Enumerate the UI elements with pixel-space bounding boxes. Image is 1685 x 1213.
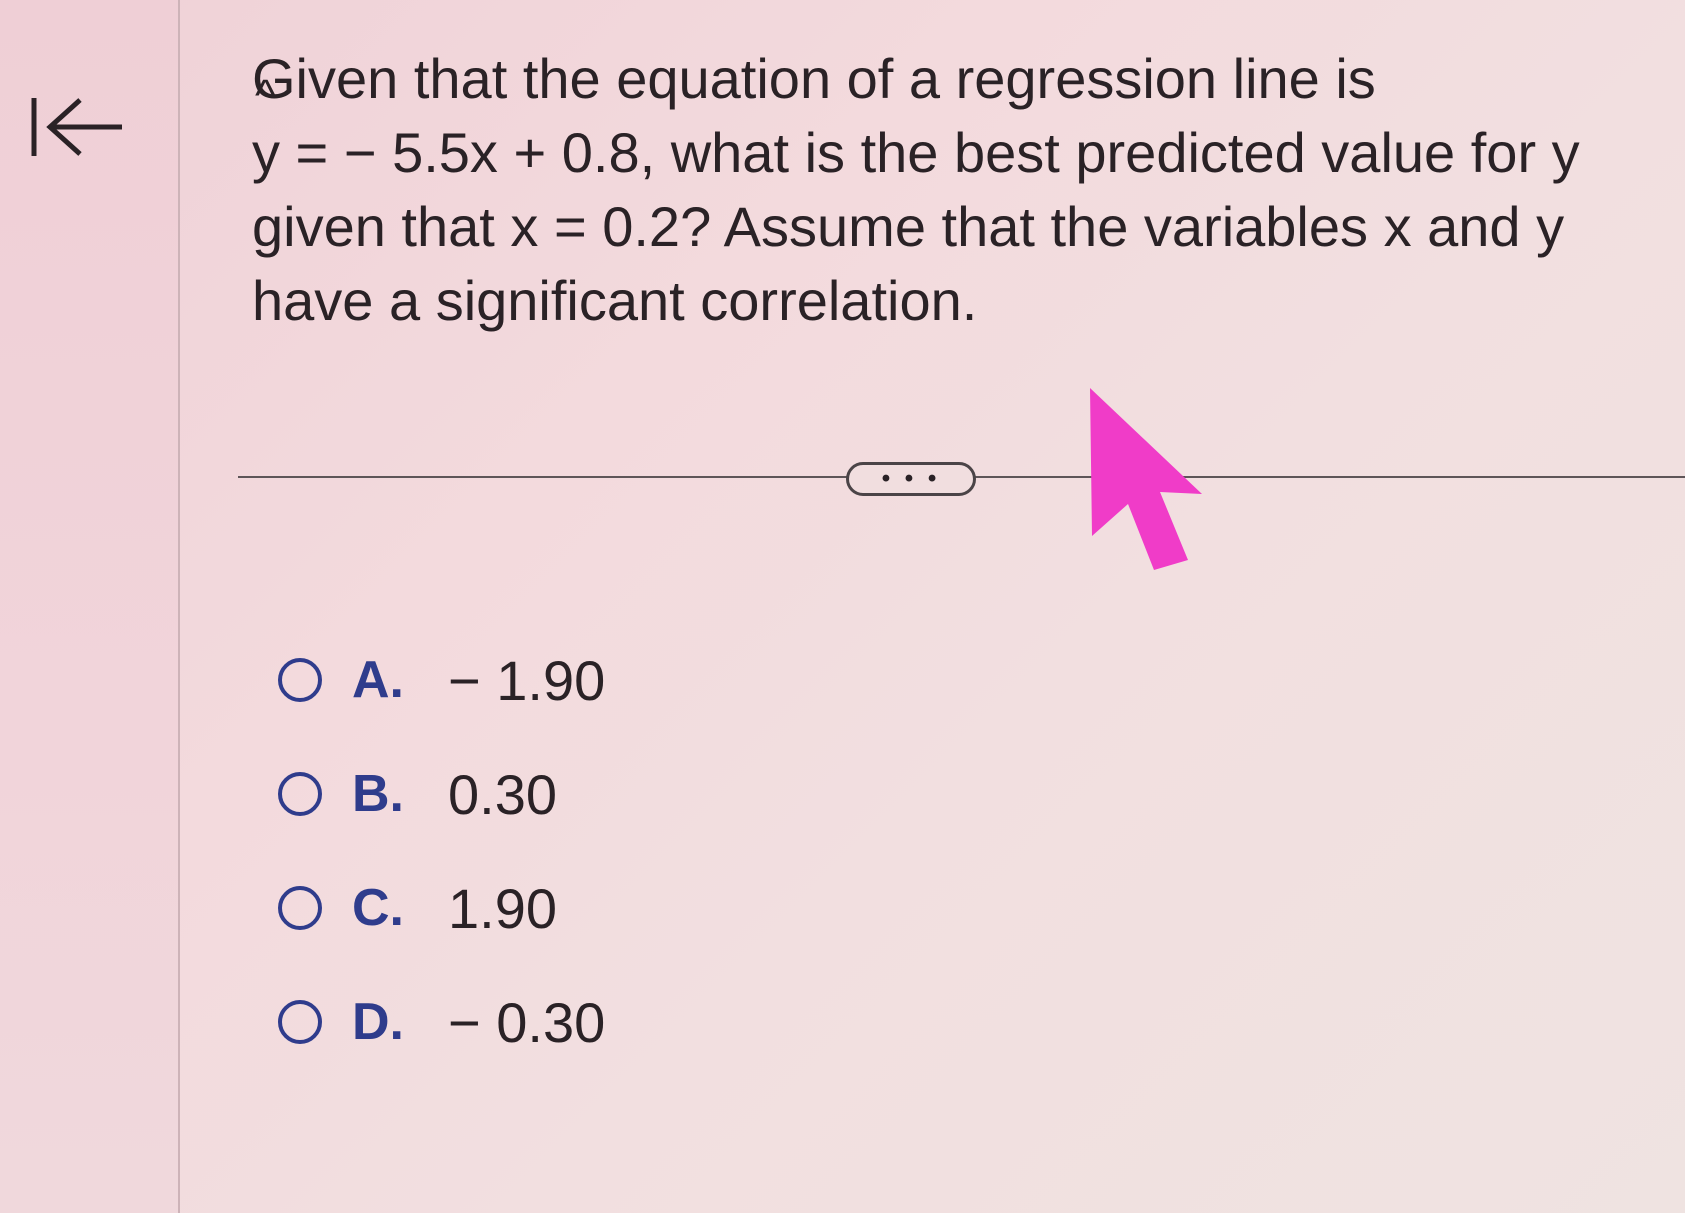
question-line-1: Given that the equation of a regression … <box>252 47 1376 110</box>
radio-button-c[interactable] <box>278 886 322 930</box>
question-text: Given that the equation of a regression … <box>252 42 1612 338</box>
question-line-4: have a significant correlation. <box>252 269 978 332</box>
option-c-value: 1.90 <box>448 876 557 940</box>
sidebar <box>0 0 180 1213</box>
question-line-2-rest: = − 5.5x + 0.8, what is the best predict… <box>280 121 1580 184</box>
option-c-letter: C. <box>352 879 404 937</box>
option-d[interactable]: D. − 0.30 <box>278 991 605 1054</box>
radio-button-b[interactable] <box>278 772 322 816</box>
pointer-cursor-icon <box>1090 388 1202 570</box>
expand-more-button[interactable]: • • • <box>846 462 976 496</box>
question-line-2: ^ y = − 5.5x + 0.8, what is the best pred… <box>252 74 1612 190</box>
first-page-arrow-icon <box>31 98 122 156</box>
question-line-3: given that x = 0.2? Assume that the vari… <box>252 195 1565 258</box>
y-symbol: y <box>252 121 280 184</box>
option-d-letter: D. <box>352 993 404 1051</box>
option-a-letter: A. <box>352 651 404 709</box>
radio-button-a[interactable] <box>278 658 322 702</box>
option-b-value: 0.30 <box>448 762 557 826</box>
option-c[interactable]: C. 1.90 <box>278 877 605 940</box>
more-dots-icon: • • • <box>881 465 941 492</box>
option-b[interactable]: B. 0.30 <box>278 763 605 826</box>
option-a-value: − 1.90 <box>448 648 606 712</box>
hat-symbol: ^ <box>255 71 276 120</box>
sidebar-divider <box>178 0 180 1213</box>
option-d-value: − 0.30 <box>448 990 606 1054</box>
first-page-button[interactable] <box>28 92 128 162</box>
y-hat-symbol: ^ y <box>252 74 280 190</box>
radio-button-d[interactable] <box>278 1000 322 1044</box>
answer-options: A. − 1.90 B. 0.30 C. 1.90 D. − 0.30 <box>278 649 605 1108</box>
option-b-letter: B. <box>352 765 404 823</box>
option-a[interactable]: A. − 1.90 <box>278 649 605 712</box>
